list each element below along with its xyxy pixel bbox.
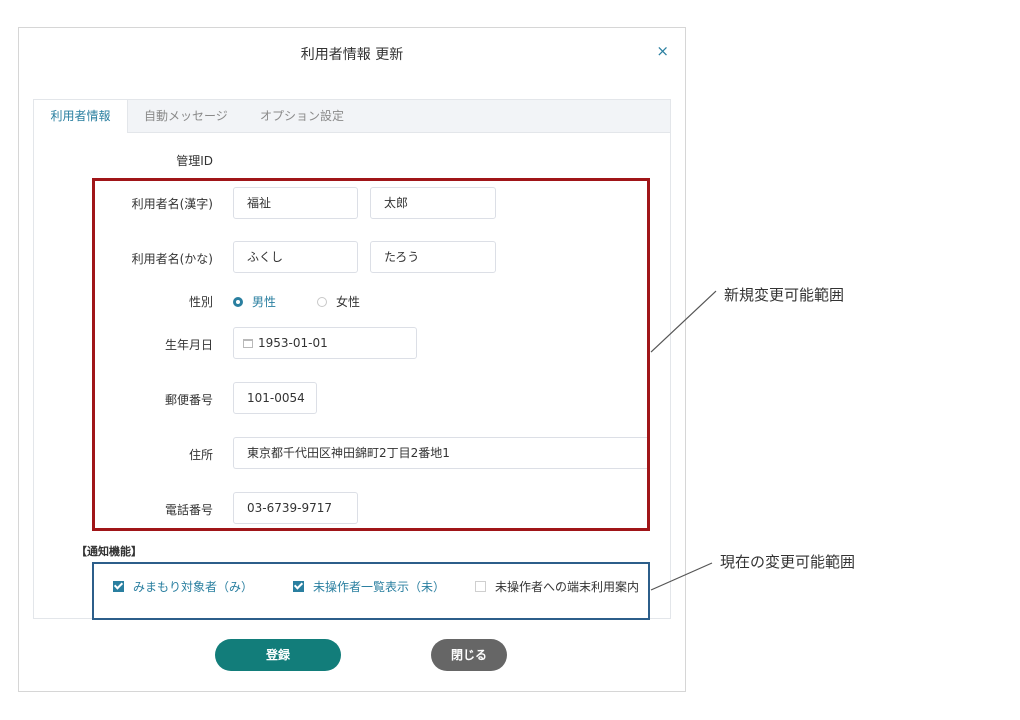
callout-lines bbox=[650, 290, 717, 591]
new-range-callout: 新規変更可能範囲 bbox=[724, 286, 845, 304]
current-range-callout-line bbox=[650, 562, 713, 591]
current-range-callout: 現在の変更可能範囲 bbox=[720, 553, 856, 571]
new-range-callout-line bbox=[650, 290, 717, 353]
